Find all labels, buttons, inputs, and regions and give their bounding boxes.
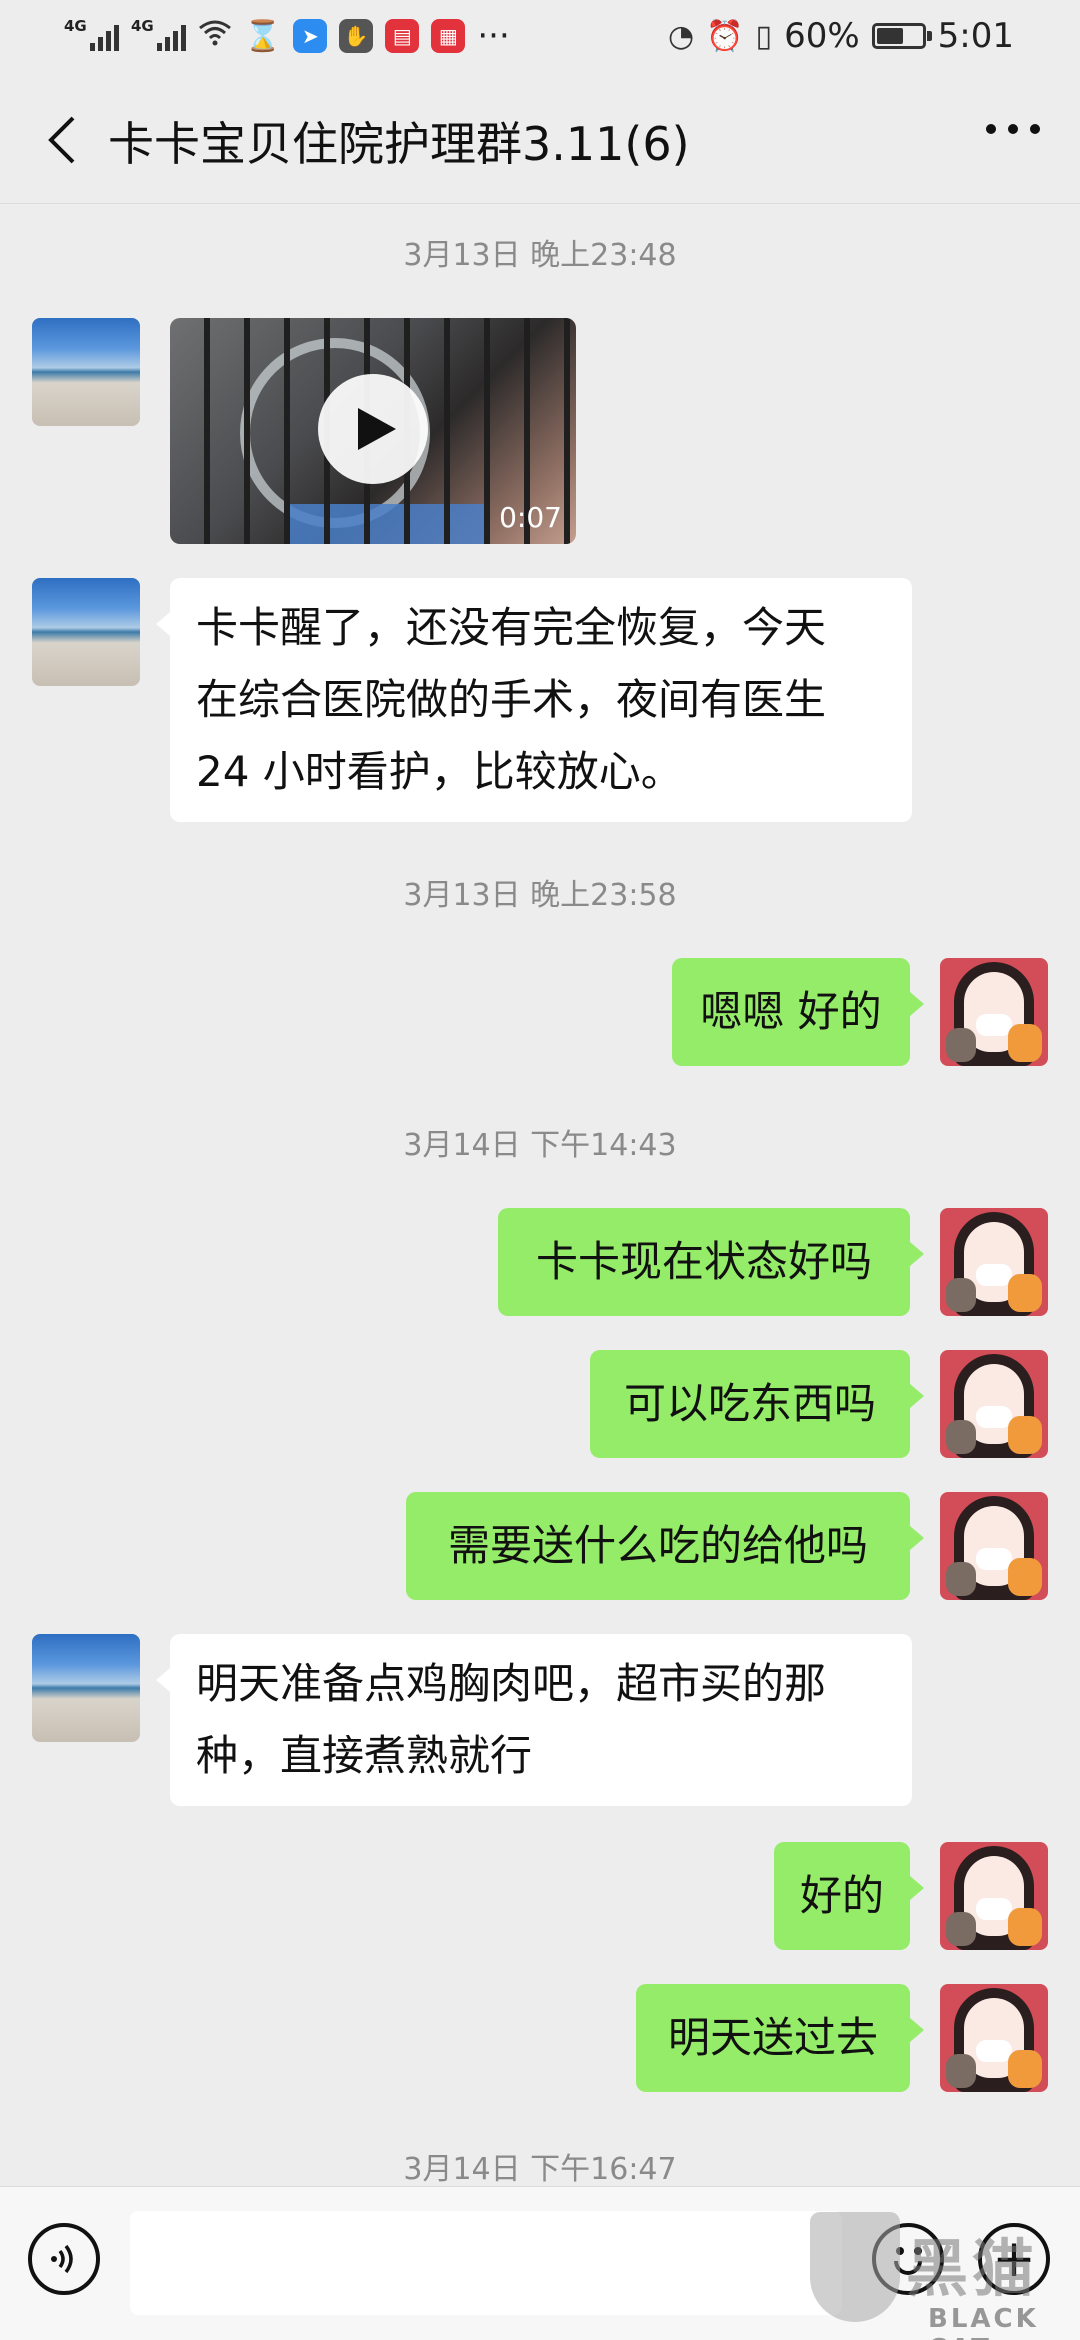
- battery-percent: 60%: [784, 16, 860, 56]
- nfc-icon: ◔: [668, 18, 695, 54]
- timestamp: 3月14日 下午16:47: [403, 2152, 677, 2187]
- avatar[interactable]: [32, 1634, 140, 1742]
- status-bar-left: 4G 4G ⌛ ➤ ✋ ▤ ▦ ···: [64, 16, 510, 56]
- more-options-button[interactable]: [986, 124, 1040, 134]
- timestamp: 3月13日 晚上23:58: [403, 878, 677, 913]
- play-button[interactable]: [318, 374, 428, 484]
- chat-title: 卡卡宝贝住院护理群3.11(6): [108, 117, 690, 171]
- message-line: 种，直接煮熟就行: [196, 1731, 533, 1780]
- message-bubble-outgoing[interactable]: 明天送过去: [636, 1984, 924, 2092]
- voice-icon: [51, 2244, 73, 2274]
- chat-header: 卡卡宝贝住院护理群3.11(6): [0, 72, 1080, 204]
- avatar[interactable]: [940, 1842, 1048, 1950]
- battery-fill: [876, 28, 904, 44]
- more-dot: [986, 124, 996, 134]
- message-bubble-outgoing[interactable]: 需要送什么吃的给他吗: [406, 1492, 924, 1600]
- play-icon: [358, 408, 396, 450]
- message-bubble-outgoing[interactable]: 卡卡现在状态好吗: [498, 1208, 924, 1316]
- more-dot: [1030, 124, 1040, 134]
- message-bubble-outgoing[interactable]: 好的: [774, 1842, 924, 1950]
- avatar[interactable]: [940, 1350, 1048, 1458]
- calendar-icon: ▦: [431, 19, 466, 53]
- more-dot: [1008, 124, 1018, 134]
- message-bubble-incoming[interactable]: 明天准备点鸡胸肉吧，超市买的那 种，直接煮熟就行: [156, 1634, 912, 1806]
- emoji-eye: [896, 2247, 904, 2255]
- message-line: 在综合医院做的手术，夜间有医生: [196, 675, 827, 724]
- emoji-eye: [914, 2247, 922, 2255]
- avatar[interactable]: [940, 1984, 1048, 2092]
- message-line: 卡卡醒了，还没有完全恢复，今天: [196, 603, 827, 652]
- message-bubble-outgoing[interactable]: 嗯嗯 好的: [672, 958, 924, 1066]
- emoji-button[interactable]: [872, 2223, 944, 2295]
- message-bubble-incoming[interactable]: 卡卡醒了，还没有完全恢复，今天 在综合医院做的手术，夜间有医生 24 小时看护，…: [156, 578, 912, 822]
- alarm-icon: ⏰: [706, 18, 744, 54]
- timestamp: 3月13日 晚上23:48: [403, 238, 677, 273]
- status-bar: 4G 4G ⌛ ➤ ✋ ▤ ▦ ··· ◔ ⏰ ▯ 60% 5:01: [0, 0, 1080, 72]
- voice-input-button[interactable]: [28, 2223, 100, 2295]
- wifi-icon: [198, 18, 232, 54]
- vibrate-icon: ▯: [755, 18, 773, 54]
- message-line: 明天准备点鸡胸肉吧，超市买的那: [196, 1659, 827, 1708]
- message-bubble-outgoing[interactable]: 可以吃东西吗: [590, 1350, 924, 1458]
- hourglass-icon: ⌛: [244, 18, 282, 54]
- emoji-mouth: [894, 2261, 922, 2275]
- more-functions-button[interactable]: +: [978, 2223, 1050, 2295]
- signal-label: 4G: [64, 17, 87, 35]
- avatar[interactable]: [940, 958, 1048, 1066]
- back-button[interactable]: [34, 112, 90, 168]
- hand-icon: ✋: [339, 19, 374, 53]
- video-duration: 0:07: [499, 501, 562, 534]
- video-message[interactable]: 0:07: [170, 318, 576, 544]
- status-bar-right: ◔ ⏰ ▯ 60% 5:01: [668, 16, 1014, 56]
- chevron-left-icon: [48, 116, 75, 164]
- avatar[interactable]: [32, 318, 140, 426]
- app-icon: ➤: [293, 19, 328, 53]
- message-input[interactable]: [130, 2211, 842, 2315]
- avatar[interactable]: [940, 1492, 1048, 1600]
- more-notifications-icon: ···: [477, 16, 510, 56]
- avatar[interactable]: [940, 1208, 1048, 1316]
- timestamp: 3月14日 下午14:43: [403, 1128, 677, 1163]
- signal-4g-icon: 4G: [131, 17, 186, 51]
- signal-label: 4G: [131, 17, 154, 35]
- signal-4g-icon: 4G: [64, 17, 119, 51]
- battery-icon: [871, 23, 932, 49]
- avatar[interactable]: [32, 578, 140, 686]
- book-icon: ▤: [385, 19, 420, 53]
- clock: 5:01: [937, 16, 1014, 56]
- input-bar: +: [0, 2186, 1080, 2340]
- message-line: 24 小时看护，比较放心。: [196, 747, 683, 796]
